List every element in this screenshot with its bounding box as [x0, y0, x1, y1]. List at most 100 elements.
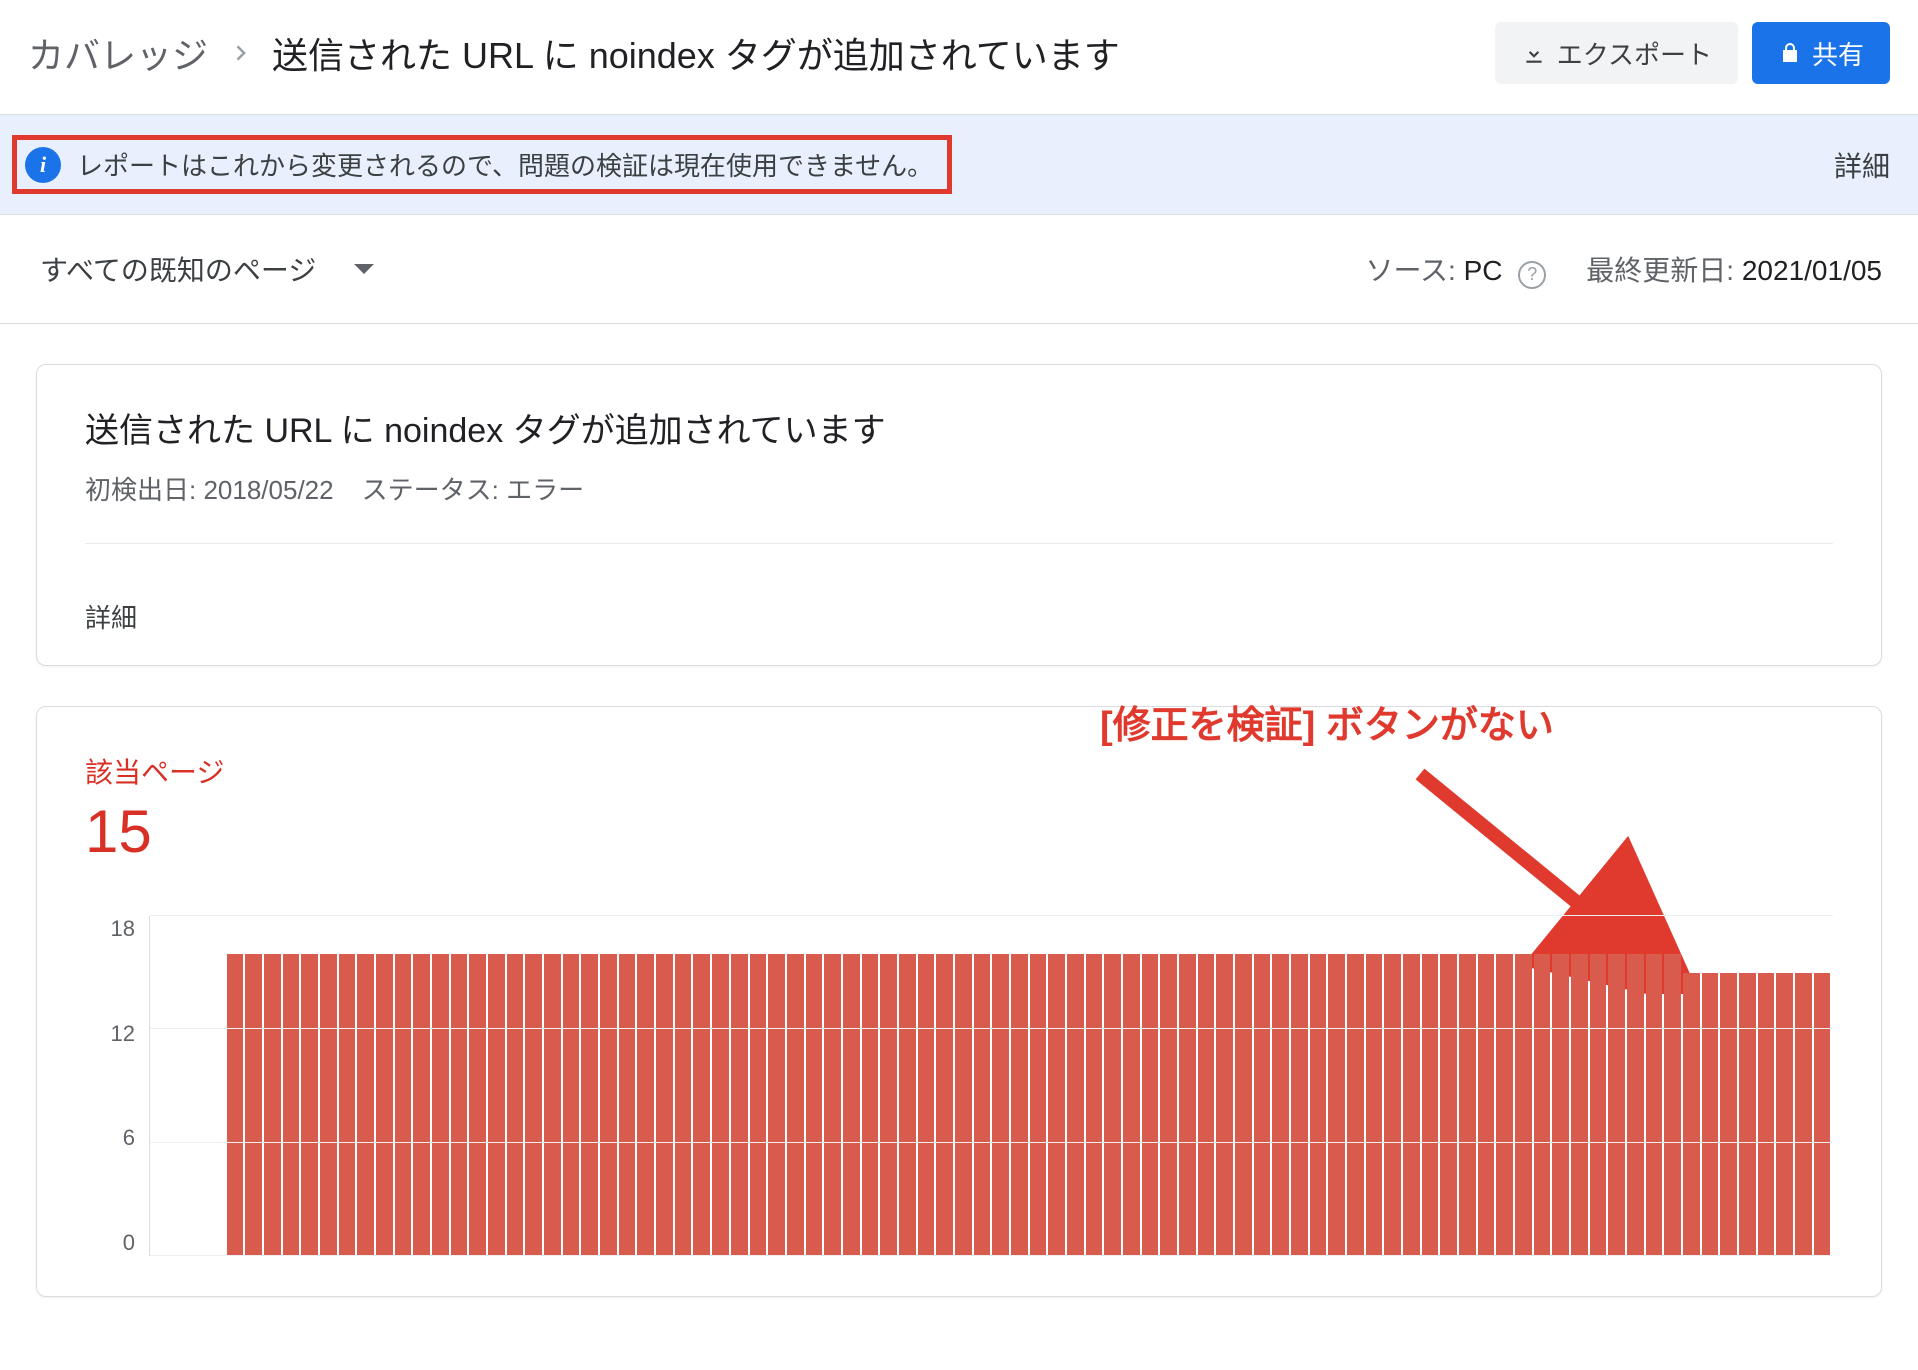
- chart-bar[interactable]: [227, 954, 244, 1256]
- page-filter-dropdown[interactable]: すべての既知のページ: [40, 249, 374, 289]
- chevron-right-icon: [230, 38, 250, 68]
- chart-bar[interactable]: [880, 954, 897, 1256]
- chart-bar[interactable]: [1534, 954, 1551, 1256]
- chart-bar[interactable]: [1310, 954, 1327, 1256]
- gridline: [150, 915, 1833, 916]
- y-tick: 12: [111, 1021, 135, 1047]
- chart-bar[interactable]: [1235, 954, 1252, 1256]
- chart-bar[interactable]: [1403, 954, 1420, 1256]
- chart-bar[interactable]: [469, 954, 486, 1256]
- chart-bar[interactable]: [768, 954, 785, 1256]
- chart-bar[interactable]: [320, 954, 337, 1256]
- info-details-link[interactable]: 詳細: [1834, 145, 1890, 185]
- chart-bar[interactable]: [283, 954, 300, 1256]
- chart-bar[interactable]: [301, 954, 318, 1256]
- chart-bar[interactable]: [488, 954, 505, 1256]
- chart-bar[interactable]: [1347, 954, 1364, 1256]
- chart-bar[interactable]: [1814, 973, 1831, 1256]
- chart-bar[interactable]: [936, 954, 953, 1256]
- chart-bar[interactable]: [1048, 954, 1065, 1256]
- chart-bar[interactable]: [1608, 954, 1625, 1256]
- chart-bar[interactable]: [974, 954, 991, 1256]
- chart-bar[interactable]: [955, 954, 972, 1256]
- chart-bar[interactable]: [1272, 954, 1289, 1256]
- chart-bar[interactable]: [806, 954, 823, 1256]
- breadcrumb-root[interactable]: カバレッジ: [28, 27, 208, 79]
- chart-bar[interactable]: [862, 954, 879, 1256]
- chart-bar[interactable]: [1123, 954, 1140, 1256]
- chart-bar[interactable]: [1478, 954, 1495, 1256]
- chart-bar[interactable]: [1739, 973, 1756, 1256]
- chart-bar[interactable]: [507, 954, 524, 1256]
- chart-bar[interactable]: [1720, 973, 1737, 1256]
- chart-bar[interactable]: [1795, 973, 1812, 1256]
- chart-bar[interactable]: [619, 954, 636, 1256]
- chart-bar[interactable]: [1067, 954, 1084, 1256]
- chart-bar[interactable]: [1384, 954, 1401, 1256]
- chart-bar[interactable]: [1104, 954, 1121, 1256]
- chart-bar[interactable]: [656, 954, 673, 1256]
- chart-bar[interactable]: [581, 954, 598, 1256]
- chart-bar[interactable]: [1702, 973, 1719, 1256]
- chart-bar[interactable]: [843, 954, 860, 1256]
- chart-bar[interactable]: [787, 954, 804, 1256]
- chart-bar[interactable]: [1086, 954, 1103, 1256]
- chart-bar[interactable]: [432, 954, 449, 1256]
- chart-bar[interactable]: [1552, 954, 1569, 1256]
- chart-bar[interactable]: [899, 954, 916, 1256]
- chart-bar[interactable]: [1030, 954, 1047, 1256]
- chart-bar[interactable]: [1216, 954, 1233, 1256]
- chart-bar[interactable]: [1627, 954, 1644, 1256]
- issue-details-link[interactable]: 詳細: [37, 572, 1881, 665]
- chart-bar[interactable]: [376, 954, 393, 1256]
- chart-bar[interactable]: [1664, 954, 1681, 1256]
- chart-bar[interactable]: [824, 954, 841, 1256]
- chart-bar[interactable]: [1254, 954, 1271, 1256]
- chart-bar[interactable]: [1179, 954, 1196, 1256]
- help-icon[interactable]: ?: [1518, 261, 1546, 289]
- chart-bar[interactable]: [1440, 954, 1457, 1256]
- chart-bar[interactable]: [1328, 954, 1345, 1256]
- status: ステータス: エラー: [362, 470, 584, 507]
- chart-bar[interactable]: [264, 954, 281, 1256]
- chart-bar[interactable]: [1459, 954, 1476, 1256]
- chart-bar[interactable]: [357, 954, 374, 1256]
- breadcrumb-current: 送信された URL に noindex タグが追加されています: [272, 27, 1120, 79]
- chart-bar[interactable]: [1646, 954, 1663, 1256]
- share-button[interactable]: 共有: [1752, 22, 1890, 84]
- export-button[interactable]: エクスポート: [1495, 22, 1738, 84]
- chart-bar[interactable]: [750, 954, 767, 1256]
- chart-bar[interactable]: [1291, 954, 1308, 1256]
- chart-bar[interactable]: [563, 954, 580, 1256]
- chart-bar[interactable]: [413, 954, 430, 1256]
- chart-bar[interactable]: [525, 954, 542, 1256]
- chart-bar[interactable]: [600, 954, 617, 1256]
- chart-bar[interactable]: [1515, 954, 1532, 1256]
- chart-bar[interactable]: [1571, 954, 1588, 1256]
- chart-bar[interactable]: [1160, 954, 1177, 1256]
- chart-bar[interactable]: [1776, 973, 1793, 1256]
- chart-plot[interactable]: [149, 916, 1833, 1256]
- chart-bar[interactable]: [1142, 954, 1159, 1256]
- chart-bar[interactable]: [992, 954, 1009, 1256]
- chart-bar[interactable]: [637, 954, 654, 1256]
- divider: [85, 543, 1833, 544]
- chart-bar[interactable]: [1366, 954, 1383, 1256]
- chart-bar[interactable]: [1198, 954, 1215, 1256]
- chart-bar[interactable]: [245, 954, 262, 1256]
- chart-bar[interactable]: [395, 954, 412, 1256]
- chart-bar[interactable]: [1758, 973, 1775, 1256]
- chart-bar[interactable]: [712, 954, 729, 1256]
- chart-bar[interactable]: [451, 954, 468, 1256]
- chart-bar[interactable]: [1496, 954, 1513, 1256]
- chart-bar[interactable]: [1683, 973, 1700, 1256]
- chart-bar[interactable]: [1590, 954, 1607, 1256]
- chart-bar[interactable]: [675, 954, 692, 1256]
- chart-bar[interactable]: [693, 954, 710, 1256]
- chart-bar[interactable]: [1011, 954, 1028, 1256]
- chart-bar[interactable]: [1422, 954, 1439, 1256]
- chart-bar[interactable]: [918, 954, 935, 1256]
- chart-bar[interactable]: [731, 954, 748, 1256]
- chart-bar[interactable]: [339, 954, 356, 1256]
- chart-bar[interactable]: [544, 954, 561, 1256]
